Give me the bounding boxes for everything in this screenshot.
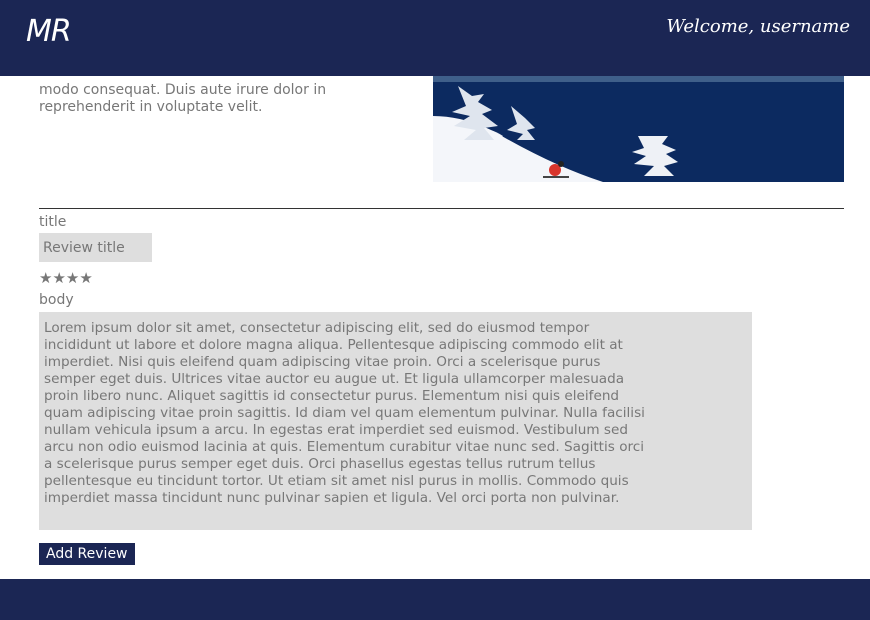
intro-text: modo consequat. Duis aute irure dolor in…: [39, 82, 327, 115]
review-body-text: Lorem ipsum dolor sit amet, consectetur …: [44, 320, 645, 506]
site-header: MR Welcome, username: [0, 0, 870, 76]
add-review-button[interactable]: Add Review: [39, 543, 135, 565]
welcome-message: Welcome, username: [666, 16, 850, 37]
site-logo[interactable]: MR: [26, 14, 72, 49]
site-footer: [0, 579, 870, 620]
section-divider: [39, 208, 844, 209]
body-label: body: [39, 292, 74, 308]
skier-photo: [433, 76, 844, 182]
title-label: title: [39, 214, 67, 230]
review-body-textarea[interactable]: Lorem ipsum dolor sit amet, consectetur …: [39, 312, 752, 530]
star-rating[interactable]: ★★★★: [39, 269, 93, 287]
skier-photo-illustration: [433, 76, 844, 182]
review-title-input[interactable]: [39, 233, 152, 262]
